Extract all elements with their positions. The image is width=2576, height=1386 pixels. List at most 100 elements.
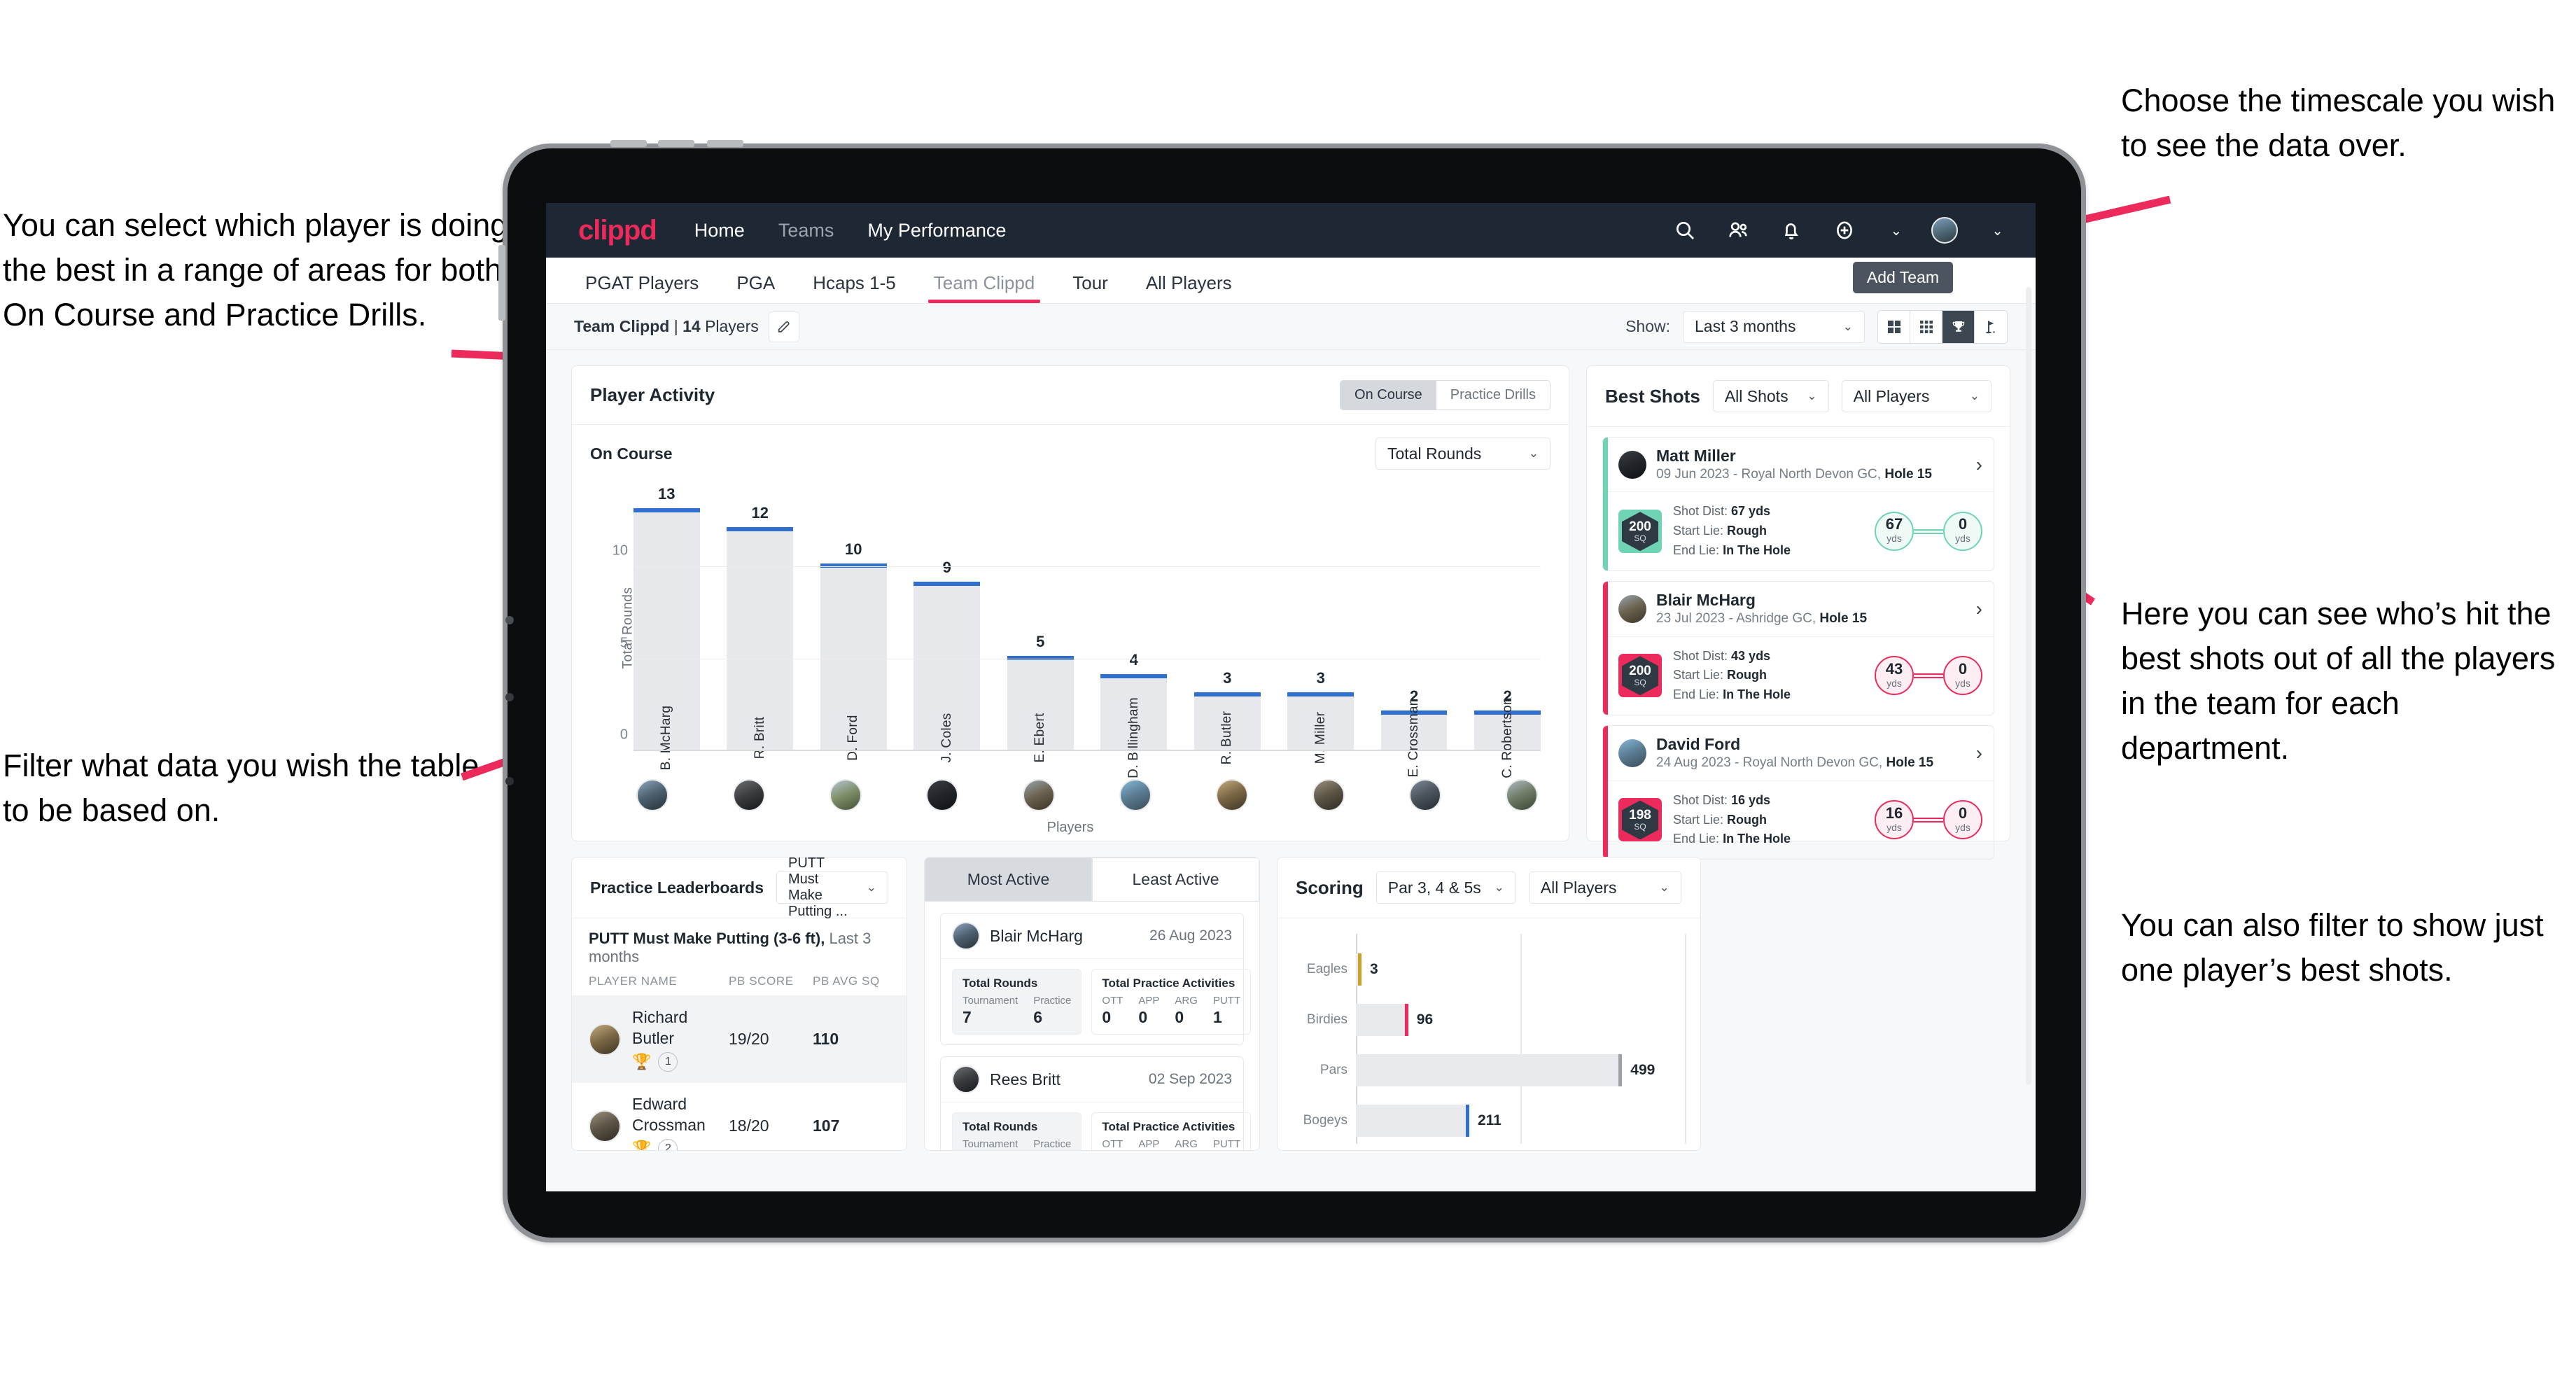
view-toggle-grid-large[interactable] — [1878, 310, 1910, 343]
nav-link-home[interactable]: Home — [694, 220, 745, 241]
best-shot-item[interactable]: Blair McHarg 23 Jul 2023 - Ashridge GC, … — [1602, 581, 1994, 716]
tab-pga[interactable]: PGA — [725, 272, 786, 303]
chart-bar-group[interactable]: 12 R. Britt — [727, 493, 794, 759]
people-icon[interactable] — [1726, 218, 1750, 242]
tab-most-active[interactable]: Most Active — [925, 858, 1092, 902]
best-shot-item[interactable]: Matt Miller 09 Jun 2023 - Royal North De… — [1602, 437, 1994, 572]
activity-item[interactable]: Blair McHarg 26 Aug 2023 Total Rounds To… — [940, 913, 1252, 1045]
activity-date: 26 Aug 2023 — [1149, 927, 1232, 944]
player-activity-chart: Total Rounds 13 B. McHarg 12 R. Britt 10 D. F… — [590, 481, 1541, 778]
chart-bar-group[interactable]: 2 C. Robertson — [1474, 493, 1541, 778]
chart-bar-group[interactable]: 9 J. Coles — [913, 493, 981, 763]
best-shot-item[interactable]: David Ford 24 Aug 2023 - Royal North Dev… — [1602, 725, 1994, 860]
best-shots-card: Best Shots All Shots ⌄ All Players ⌄ Mat… — [1586, 365, 2010, 860]
chart-player-avatar[interactable] — [1216, 779, 1248, 811]
bell-icon[interactable] — [1779, 218, 1803, 242]
edit-team-button[interactable] — [768, 311, 799, 342]
chart-gridline — [634, 566, 1541, 568]
best-shots-list: Matt Miller 09 Jun 2023 - Royal North De… — [1587, 427, 2010, 869]
best-shots-shot-filter[interactable]: All Shots ⌄ — [1712, 380, 1829, 412]
page-scrollbar[interactable] — [2026, 287, 2031, 1085]
scoring-player-filter-value: All Players — [1540, 878, 1617, 897]
chart-player-avatar[interactable] — [1119, 779, 1152, 811]
activity-card: Most Active Least Active Blair McHarg 26… — [924, 857, 1260, 1151]
nav-link-teams[interactable]: Teams — [778, 220, 834, 241]
tab-least-active[interactable]: Least Active — [1092, 858, 1259, 902]
chart-player-avatar[interactable] — [1023, 779, 1055, 811]
scoring-header: Scoring Par 3, 4 & 5s ⌄ All Players ⌄ — [1278, 858, 1700, 918]
chart-bar-label: D. Ford — [846, 715, 861, 761]
chevron-right-icon[interactable]: › — [1976, 598, 1982, 620]
tab-pgat-players[interactable]: PGAT Players — [574, 272, 710, 303]
tab-team-clippd[interactable]: Team Clippd — [923, 272, 1046, 303]
leaderboard-row[interactable]: Richard Butler 🏆 1 19/20 110 — [572, 996, 906, 1083]
shot-player-avatar — [1618, 450, 1646, 479]
chevron-down-icon: ⌄ — [1494, 881, 1504, 894]
chart-bar-label: M. Miller — [1312, 711, 1328, 764]
segment-practice-drills[interactable]: Practice Drills — [1436, 381, 1550, 410]
tab-hcaps-1-5[interactable]: Hcaps 1-5 — [802, 272, 907, 303]
practice-col: OTT0 — [1102, 1138, 1123, 1150]
chevron-down-icon-avatar[interactable]: ⌄ — [1991, 222, 2003, 239]
chart-bar-label: J. Coles — [939, 713, 954, 763]
volume-button-3[interactable] — [707, 140, 743, 147]
shot-player-info: Matt Miller 09 Jun 2023 - Royal North De… — [1656, 446, 1932, 483]
practice-col-value: 1 — [1212, 1008, 1222, 1026]
chart-player-avatar[interactable] — [1506, 779, 1538, 811]
timescale-select[interactable]: Last 3 months ⌄ — [1683, 310, 1865, 343]
shot-details: Shot Dist: 67 yds Start Lie: Rough End L… — [1673, 502, 1791, 561]
chart-player-avatar[interactable] — [636, 779, 668, 811]
chevron-down-icon[interactable]: ⌄ — [1890, 222, 1902, 239]
metric-select[interactable]: Total Rounds ⌄ — [1376, 438, 1550, 470]
scoring-par-filter[interactable]: Par 3, 4 & 5s ⌄ — [1376, 872, 1516, 904]
power-button[interactable] — [498, 245, 505, 321]
shot-from-unit: yds — [1886, 821, 1902, 833]
shot-player-name: Matt Miller — [1656, 447, 1736, 465]
view-toggle-flag[interactable] — [1975, 311, 2007, 343]
chart-bar-cap — [1194, 692, 1261, 697]
leaderboard-row[interactable]: Edward Crossman 🏆 2 18/20 107 — [572, 1083, 906, 1150]
leaderboard-column-headers: PLAYER NAME PB SCORE PB AVG SQ — [572, 974, 906, 996]
shot-player-avatar — [1618, 738, 1646, 767]
shot-connector — [1914, 673, 1943, 678]
nav-link-my-performance[interactable]: My Performance — [867, 220, 1006, 241]
shot-sq-unit: SQ — [1634, 677, 1646, 687]
leaderboard-rows: Richard Butler 🏆 1 19/20 110 Edward Cros… — [572, 996, 906, 1150]
chart-player-avatar[interactable] — [926, 779, 958, 811]
chart-bar-group[interactable]: 3 R. Butler — [1194, 493, 1261, 764]
practice-col: PUTT 1 — [1213, 995, 1240, 1027]
clippd-logo[interactable]: clippd — [578, 215, 657, 246]
chart-bar-group[interactable]: 5 E. Ebert — [1007, 493, 1074, 763]
chart-bar-group[interactable]: 3 M. Miller — [1287, 493, 1354, 764]
user-avatar[interactable] — [1931, 217, 1959, 244]
view-toggle-trophy[interactable] — [1942, 310, 1975, 343]
shot-from-value: 16 — [1885, 804, 1903, 822]
chart-bar-group[interactable]: 13 B. McHarg — [634, 485, 700, 770]
chart-player-avatar[interactable] — [830, 779, 862, 811]
chevron-right-icon[interactable]: › — [1976, 454, 1982, 476]
tab-tour[interactable]: Tour — [1061, 272, 1119, 303]
plus-circle-icon[interactable] — [1833, 218, 1856, 242]
best-shots-player-filter[interactable]: All Players ⌄ — [1841, 380, 1991, 412]
activity-item[interactable]: Rees Britt 02 Sep 2023 Total Rounds Tour… — [940, 1056, 1252, 1150]
chart-player-avatar[interactable] — [733, 779, 765, 811]
chart-player-avatar[interactable] — [1312, 779, 1345, 811]
total-practice-block: Total Practice Activities OTT0APP0ARG0PU… — [1091, 969, 1252, 1035]
drill-select[interactable]: PUTT Must Make Putting ... ⌄ — [776, 858, 888, 919]
practice-col-label: PUTT — [1212, 995, 1241, 1007]
view-toggle-grid-small[interactable] — [1910, 310, 1942, 343]
tab-all-players[interactable]: All Players — [1135, 272, 1243, 303]
chart-bar-cap — [634, 508, 700, 513]
volume-button-1[interactable] — [610, 140, 647, 147]
scoring-player-filter[interactable]: All Players ⌄ — [1528, 872, 1681, 904]
chart-bar-group[interactable]: 4 D. Billingham — [1100, 493, 1168, 778]
chart-bar-group[interactable]: 10 D. Ford — [820, 493, 887, 761]
chart-player-avatar[interactable] — [1409, 779, 1441, 811]
chart-bar-group[interactable]: 2 E. Crossman — [1380, 493, 1448, 778]
search-icon[interactable] — [1673, 218, 1697, 242]
shot-from-unit: yds — [1886, 533, 1902, 545]
segment-on-course[interactable]: On Course — [1340, 381, 1436, 410]
leaderboard-badges: 🏆 1 — [632, 1051, 729, 1072]
volume-button-2[interactable] — [658, 140, 694, 147]
chevron-right-icon[interactable]: › — [1976, 742, 1982, 764]
